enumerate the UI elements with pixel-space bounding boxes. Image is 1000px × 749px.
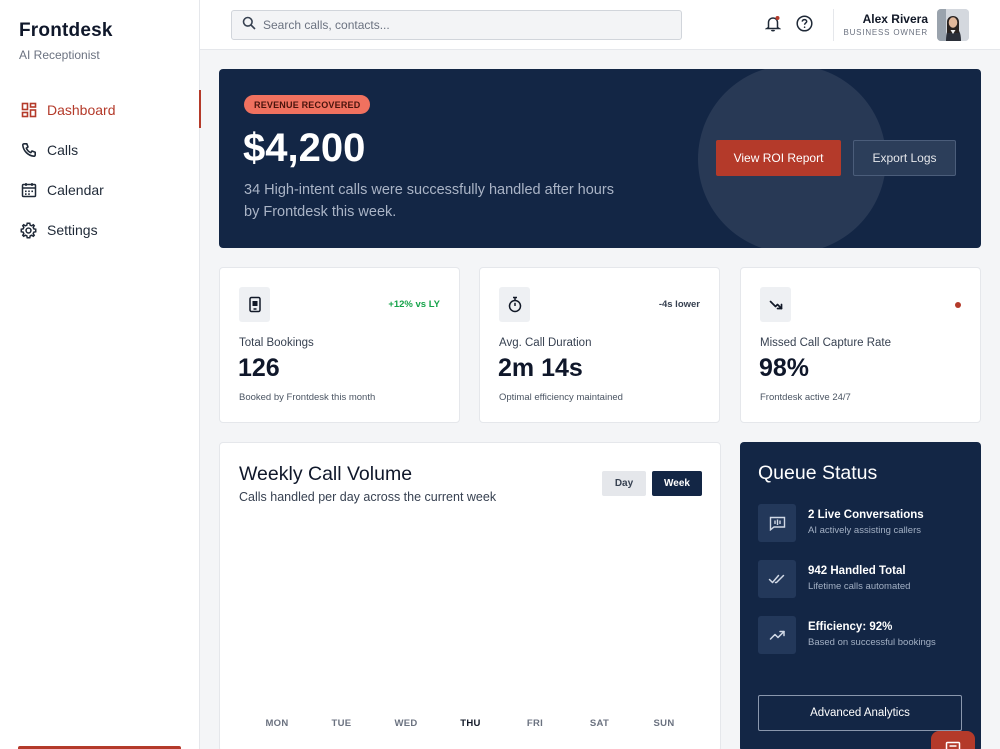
double-check-icon xyxy=(758,560,796,598)
search-input[interactable] xyxy=(263,18,663,32)
booking-icon xyxy=(239,287,270,322)
notification-bell-icon[interactable] xyxy=(763,13,783,33)
x-axis-label-mon: MON xyxy=(265,718,289,729)
x-axis-label-sat: SAT xyxy=(589,718,610,729)
stat-card-avg-call-duration: -4s lower Avg. Call Duration 2m 14s Opti… xyxy=(479,267,720,423)
revenue-description: 34 High-intent calls were successfully h… xyxy=(244,182,614,220)
chat-icon xyxy=(945,741,961,749)
trend-up-icon xyxy=(758,616,796,654)
sidebar: Frontdesk AI Receptionist Dashboard Call… xyxy=(0,0,201,749)
revenue-hero-banner: REVENUE RECOVERED $4,200 34 High-intent … xyxy=(219,69,981,248)
stat-value: 98% xyxy=(759,354,810,382)
search-icon xyxy=(242,16,256,35)
x-axis-label-fri: FRI xyxy=(526,718,544,729)
stat-label: Avg. Call Duration xyxy=(499,337,592,349)
floating-chat-button[interactable] xyxy=(931,731,975,749)
timer-icon xyxy=(499,287,530,322)
search-bar[interactable] xyxy=(231,10,682,40)
status-dot xyxy=(955,302,961,308)
sidebar-item-calendar[interactable]: Calendar xyxy=(0,170,200,210)
export-logs-button[interactable]: Export Logs xyxy=(853,140,956,176)
phone-icon xyxy=(20,142,37,159)
stat-value: 126 xyxy=(238,354,280,382)
help-icon[interactable] xyxy=(794,13,814,33)
chart-subtitle: Calls handled per day across the current… xyxy=(239,490,497,504)
stat-subtext: Optimal efficiency maintained xyxy=(499,392,623,403)
queue-item-subtitle: AI actively assisting callers xyxy=(808,525,921,536)
stat-delta: +12% vs LY xyxy=(388,299,440,310)
stat-value: 2m 14s xyxy=(498,354,583,382)
stat-card-missed-call-capture: Missed Call Capture Rate 98% Frontdesk a… xyxy=(740,267,981,423)
user-name: Alex Rivera xyxy=(862,12,928,26)
stat-label: Missed Call Capture Rate xyxy=(760,337,892,349)
sidebar-item-label: Dashboard xyxy=(47,102,116,118)
user-role: BUSINESS OWNER xyxy=(843,28,928,37)
missed-call-icon xyxy=(760,287,791,322)
toggle-week-button[interactable]: Week xyxy=(652,471,702,496)
queue-item-live-conversations: 2 Live Conversations AI actively assisti… xyxy=(758,504,968,542)
top-header: Alex Rivera BUSINESS OWNER xyxy=(200,0,1000,50)
queue-title: Queue Status xyxy=(758,462,878,484)
view-roi-report-button[interactable]: View ROI Report xyxy=(716,140,841,176)
header-divider xyxy=(833,9,834,41)
stat-card-total-bookings: +12% vs LY Total Bookings 126 Booked by … xyxy=(219,267,460,423)
x-axis-label-wed: WED xyxy=(394,718,418,729)
chart-title: Weekly Call Volume xyxy=(239,463,413,485)
sidebar-item-calls[interactable]: Calls xyxy=(0,130,200,170)
revenue-amount: $4,200 xyxy=(243,126,366,170)
dashboard-icon xyxy=(20,102,37,119)
gear-icon xyxy=(20,222,37,239)
x-axis-label-sun: SUN xyxy=(653,718,675,729)
sidebar-nav: Dashboard Calls Calendar Settings xyxy=(0,90,201,250)
brand-name: Frontdesk xyxy=(19,20,113,41)
queue-item-subtitle: Lifetime calls automated xyxy=(808,581,911,592)
live-chat-icon xyxy=(758,504,796,542)
queue-status-card: Queue Status 2 Live Conversations AI act… xyxy=(740,442,981,749)
queue-item-efficiency: Efficiency: 92% Based on successful book… xyxy=(758,616,968,654)
sidebar-item-settings[interactable]: Settings xyxy=(0,210,200,250)
queue-item-title: 942 Handled Total xyxy=(808,565,906,577)
x-axis-label-thu: THU xyxy=(460,718,481,729)
avatar[interactable] xyxy=(937,9,969,41)
queue-item-title: Efficiency: 92% xyxy=(808,621,893,633)
stat-subtext: Booked by Frontdesk this month xyxy=(239,392,376,403)
queue-item-subtitle: Based on successful bookings xyxy=(808,637,936,648)
brand: Frontdesk AI Receptionist xyxy=(19,20,113,62)
toggle-day-button[interactable]: Day xyxy=(602,471,646,496)
queue-item-handled-total: 942 Handled Total Lifetime calls automat… xyxy=(758,560,968,598)
sidebar-item-label: Calls xyxy=(47,142,79,158)
stat-delta: -4s lower xyxy=(658,299,700,310)
queue-item-title: 2 Live Conversations xyxy=(808,509,924,521)
revenue-badge: REVENUE RECOVERED xyxy=(244,95,371,114)
weekly-call-volume-card: Weekly Call Volume Calls handled per day… xyxy=(219,442,721,749)
sidebar-item-label: Settings xyxy=(47,222,98,238)
calendar-icon xyxy=(20,182,37,199)
brand-subtitle: AI Receptionist xyxy=(19,48,100,62)
advanced-analytics-button[interactable]: Advanced Analytics xyxy=(758,695,962,731)
stat-label: Total Bookings xyxy=(239,337,314,349)
sidebar-item-dashboard[interactable]: Dashboard xyxy=(0,90,201,130)
chart-plot-area xyxy=(220,513,720,738)
x-axis-label-tue: TUE xyxy=(331,718,352,729)
sidebar-item-label: Calendar xyxy=(47,182,104,198)
stat-subtext: Frontdesk active 24/7 xyxy=(760,392,851,403)
